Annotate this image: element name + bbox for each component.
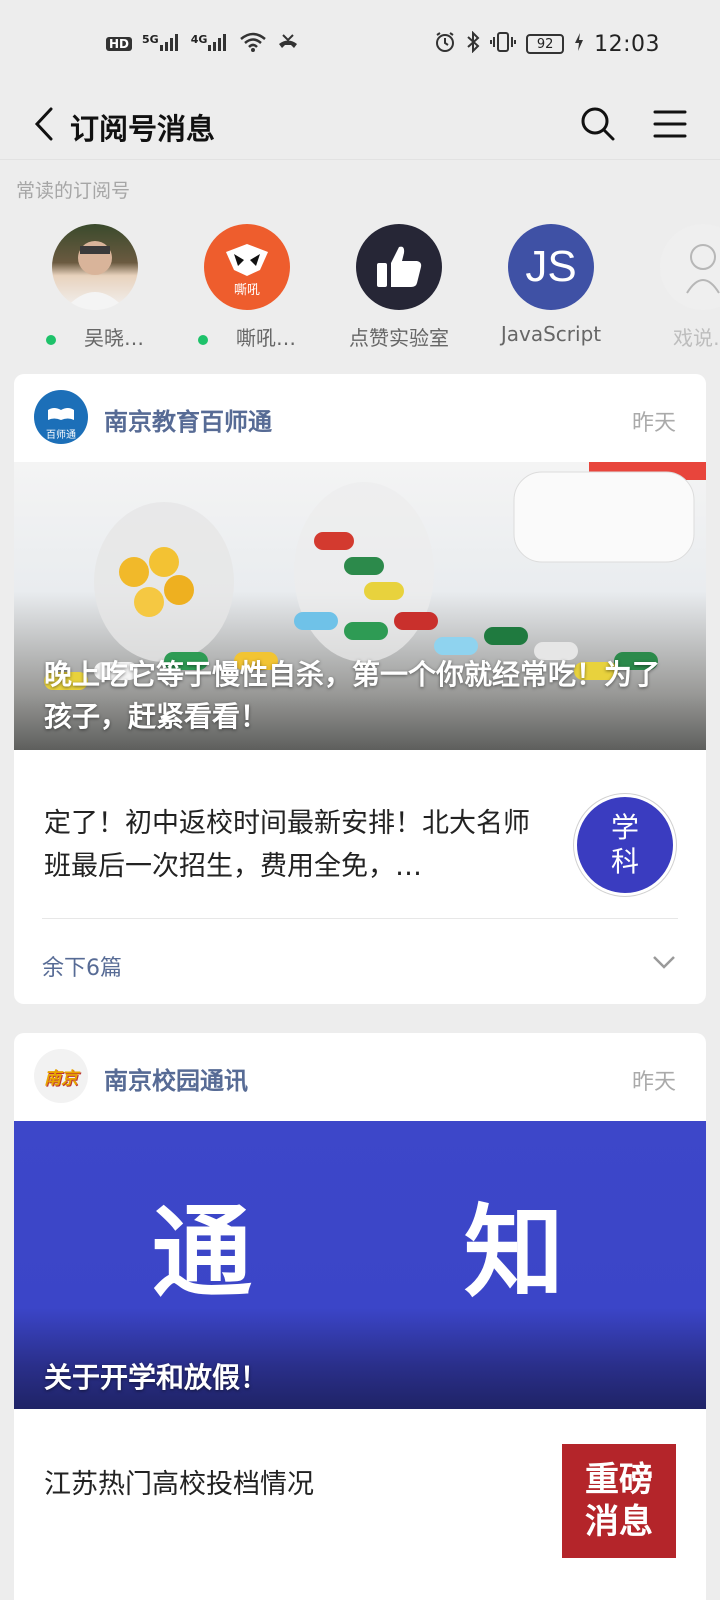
status-bar: HD 5G 4G 92 12:03 — [0, 0, 720, 88]
account-card: 南京 南京校园通讯 昨天 通 知 关于开学和放假！ 江苏热门高校投档情况 重磅 … — [14, 1033, 706, 1600]
card-header[interactable]: 百师通 南京教育百师通 昨天 — [14, 374, 706, 462]
avatar — [356, 224, 442, 310]
headline-title: 关于开学和放假！ — [44, 1361, 269, 1394]
divider — [42, 918, 678, 919]
clock: 12:03 — [594, 31, 660, 57]
frequent-account-name: 嘶吼… — [172, 322, 322, 351]
avatar — [52, 224, 138, 310]
thumbnail-text-bottom: 消息 — [585, 1502, 653, 1542]
top-nav-bar: 订阅号消息 — [0, 88, 720, 160]
frequent-account-item[interactable]: JS JavaScript — [476, 218, 626, 358]
account-logo: 百师通 — [34, 390, 88, 444]
avatar — [660, 224, 720, 310]
article-title: 江苏热门高校投档情况 — [44, 1469, 314, 1500]
search-button[interactable] — [576, 102, 620, 146]
account-logo-text: 南京 — [44, 1068, 78, 1089]
person-photo-icon — [64, 241, 126, 310]
frequent-accounts-label: 常读的订阅号 — [16, 180, 131, 202]
logo-text: 嘶吼 — [233, 283, 260, 298]
vibrate-icon — [490, 31, 517, 57]
thumbs-up-icon — [377, 246, 422, 287]
account-name-text: 嘶吼… — [236, 326, 296, 350]
sketch-figure-icon — [686, 244, 720, 294]
alarm-icon — [434, 31, 456, 57]
page-title: 订阅号消息 — [70, 112, 216, 146]
article-row[interactable]: 定了！初中返校时间最新安排！北大名师班最后一次招生，费用全免，… 学 科 — [14, 750, 706, 918]
frequent-account-name: 戏说… — [673, 326, 720, 350]
unread-dot — [46, 334, 56, 345]
avatar: 嘶吼 — [204, 224, 290, 310]
back-button[interactable] — [22, 102, 66, 146]
notice-banner-text: 通 知 — [152, 1194, 568, 1311]
back-chevron-icon — [34, 107, 53, 141]
frequent-account-item[interactable]: 戏说… — [628, 218, 720, 358]
article-thumbnail: 重磅 消息 — [562, 1444, 676, 1558]
thumbnail-text-top: 重磅 — [585, 1460, 653, 1500]
post-time: 昨天 — [631, 411, 676, 436]
search-icon — [581, 107, 615, 141]
menu-icon — [653, 110, 687, 138]
account-card: 百师通 南京教育百师通 昨天 晚上吃它等于慢性自杀，第一个你就经常吃！为了孩子，… — [14, 374, 706, 1004]
signal-5g-icon: 5G — [142, 33, 181, 55]
headline-title: 晚上吃它等于慢性自杀，第一个你就经常吃！为了孩子，赶紧看看！ — [44, 658, 661, 733]
avatar: JS — [508, 224, 594, 310]
frequent-account-name: JavaScript — [500, 322, 602, 346]
headline-article[interactable]: 通 知 关于开学和放假！ — [14, 1121, 706, 1409]
account-logo: 南京 — [34, 1049, 88, 1103]
signal-5g-label: 5G — [142, 33, 159, 46]
account-logo-text: 百师通 — [46, 430, 76, 441]
missed-call-icon — [277, 32, 299, 56]
card-header[interactable]: 南京 南京校园通讯 昨天 — [14, 1033, 706, 1121]
frequent-account-item[interactable]: 点赞实验室 — [324, 218, 474, 358]
post-time: 昨天 — [631, 1070, 676, 1095]
signal-4g-icon: 4G — [191, 33, 230, 55]
article-row[interactable]: 江苏热门高校投档情况 重磅 消息 — [14, 1409, 706, 1600]
wifi-icon — [239, 32, 267, 56]
frequent-account-item[interactable]: 吴晓… — [20, 218, 170, 358]
js-logo-text: JS — [525, 242, 577, 291]
battery-level: 92 — [526, 34, 565, 54]
thumbnail-text-bottom: 科 — [610, 845, 639, 878]
menu-button[interactable] — [648, 102, 692, 146]
hd-indicator: HD — [106, 37, 133, 51]
frequent-account-name: 点赞实验室 — [349, 326, 449, 350]
signal-4g-label: 4G — [190, 33, 208, 46]
status-left: HD 5G 4G — [106, 32, 299, 56]
chevron-down-icon — [653, 956, 675, 969]
expand-more-link[interactable]: 余下6篇 — [42, 950, 122, 982]
charging-icon — [574, 33, 584, 55]
unread-dot — [198, 334, 208, 345]
frequent-account-item[interactable]: 嘶吼 嘶吼… — [172, 218, 322, 358]
thumbnail-text-top: 学 — [610, 811, 639, 844]
account-name[interactable]: 南京教育百师通 — [104, 402, 272, 437]
article-thumbnail: 学 科 — [574, 794, 676, 896]
account-name[interactable]: 南京校园通讯 — [104, 1061, 248, 1096]
headline-article[interactable]: 晚上吃它等于慢性自杀，第一个你就经常吃！为了孩子，赶紧看看！ — [14, 462, 706, 750]
account-name-text: 吴晓… — [84, 326, 144, 350]
bluetooth-icon — [466, 30, 480, 57]
frequent-account-name: 吴晓… — [20, 322, 170, 351]
frequent-accounts-row[interactable]: 吴晓… 嘶吼 嘶吼… 点赞实验室 JS JavaScript 戏说… — [0, 218, 720, 358]
status-right: 92 12:03 — [434, 30, 660, 57]
article-title: 定了！初中返校时间最新安排！北大名师班最后一次招生，费用全免，… — [44, 808, 530, 882]
expand-button[interactable] — [652, 954, 676, 974]
